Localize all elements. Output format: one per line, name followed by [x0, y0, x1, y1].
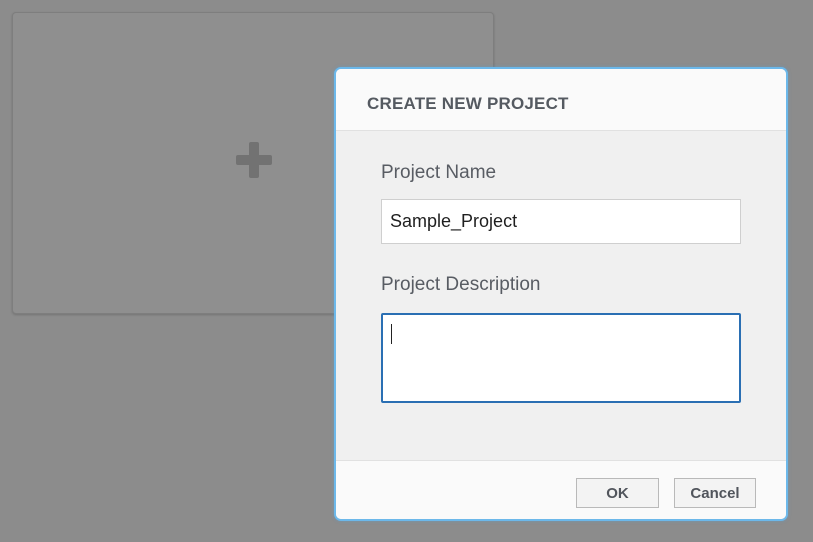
project-description-input[interactable] — [381, 313, 741, 403]
ok-button[interactable]: OK — [576, 478, 659, 508]
text-cursor — [391, 324, 392, 344]
project-name-input[interactable] — [381, 199, 741, 244]
dialog-title: CREATE NEW PROJECT — [367, 94, 569, 113]
cancel-button[interactable]: Cancel — [674, 478, 756, 508]
project-name-label: Project Name — [381, 162, 497, 183]
dialog-footer: OK Cancel — [336, 460, 786, 519]
create-project-dialog: CREATE NEW PROJECT Project Name Project … — [334, 67, 788, 521]
dialog-header: CREATE NEW PROJECT — [336, 69, 786, 131]
project-description-label: Project Description — [381, 274, 541, 295]
plus-icon — [236, 142, 272, 178]
